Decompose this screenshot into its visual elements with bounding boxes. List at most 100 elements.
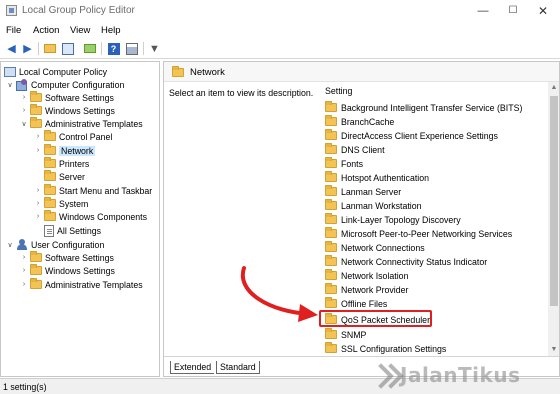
title-bar: Local Group Policy Editor — ☐ ✕	[0, 0, 560, 22]
expand-chevron-icon[interactable]: ›	[20, 254, 28, 261]
folder-icon	[325, 227, 337, 238]
details-title: Network	[190, 67, 225, 78]
details-pane: Network Select an item to view its descr…	[163, 61, 560, 377]
watermark-logo-icon	[370, 364, 396, 386]
toolbar-separator	[101, 42, 102, 55]
properties-icon[interactable]	[124, 41, 139, 56]
navigation-tree: Local Computer Policy ∨ Computer Configu…	[0, 61, 160, 377]
tree-item-user-configuration[interactable]: ∨ User Configuration	[6, 238, 104, 251]
list-item[interactable]: SNMP	[325, 328, 366, 341]
tree-item-label: Software Settings	[45, 252, 114, 263]
tree-item-network[interactable]: › Network	[34, 144, 96, 157]
annotation-arrow-icon	[240, 266, 318, 322]
tree-item-label: Windows Settings	[45, 265, 115, 276]
back-arrow-icon[interactable]: ◀	[4, 41, 19, 56]
list-item[interactable]: Link-Layer Topology Discovery	[325, 213, 461, 226]
tree-item-start-menu-and-taskbar[interactable]: › Start Menu and Taskbar	[34, 184, 152, 197]
show-hide-tree-icon[interactable]	[60, 41, 75, 56]
list-item[interactable]: Network Provider	[325, 283, 408, 296]
toolbar: ◀ ▶ ? ▼	[0, 39, 560, 59]
tree-item-computer-configuration[interactable]: ∨ Computer Configuration	[6, 78, 124, 91]
vertical-scrollbar[interactable]: ▲ ▼	[548, 82, 559, 356]
expand-chevron-icon[interactable]: ›	[34, 187, 42, 194]
list-item[interactable]: Network Connections	[325, 241, 425, 254]
list-item[interactable]: Lanman Workstation	[325, 199, 422, 212]
tree-item-label: Printers	[59, 158, 90, 169]
tree-item-printers[interactable]: Printers	[34, 157, 89, 170]
close-button[interactable]: ✕	[526, 0, 560, 22]
tree-item-label: Start Menu and Taskbar	[59, 185, 153, 196]
list-item[interactable]: SSL Configuration Settings	[325, 342, 446, 355]
minimize-button[interactable]: —	[466, 0, 500, 22]
tree-item-control-panel[interactable]: › Control Panel	[34, 130, 112, 143]
expand-chevron-icon[interactable]: ›	[20, 107, 28, 114]
computer-icon	[4, 66, 16, 77]
folder-icon	[30, 91, 42, 102]
expand-chevron-icon[interactable]: ›	[20, 267, 28, 274]
collapse-chevron-icon[interactable]: ∨	[6, 81, 14, 89]
tree-item-local-computer-policy[interactable]: Local Computer Policy	[4, 65, 107, 78]
list-item[interactable]: Offline Files	[325, 297, 387, 310]
folder-icon	[325, 101, 337, 112]
tree-item-label: Computer Configuration	[31, 79, 125, 90]
list-item[interactable]: Background Intelligent Transfer Service …	[325, 101, 522, 114]
list-item[interactable]: DNS Client	[325, 143, 385, 156]
expand-chevron-icon[interactable]: ›	[20, 94, 28, 101]
list-item[interactable]: Fonts	[325, 157, 363, 170]
export-list-icon[interactable]	[82, 41, 97, 56]
tree-item-label: Network	[59, 145, 96, 156]
tree-item-user-windows-settings[interactable]: › Windows Settings	[20, 264, 115, 277]
expand-chevron-icon[interactable]: ›	[34, 213, 42, 220]
expand-chevron-icon[interactable]: ›	[34, 147, 42, 154]
tree-item-server[interactable]: Server	[34, 170, 85, 183]
expand-chevron-icon[interactable]: ›	[20, 281, 28, 288]
details-header: Network	[164, 62, 559, 82]
help-icon[interactable]: ?	[106, 41, 121, 56]
tab-standard[interactable]: Standard	[216, 361, 260, 374]
tree-item-administrative-templates[interactable]: ∨ Administrative Templates	[20, 117, 143, 130]
folder-icon	[44, 197, 56, 208]
tree-item-system[interactable]: › System	[34, 197, 88, 210]
scrollbar-thumb[interactable]	[550, 96, 558, 306]
tree-item-user-software-settings[interactable]: › Software Settings	[20, 251, 114, 264]
menu-view[interactable]: View	[70, 25, 90, 36]
up-folder-icon[interactable]	[42, 41, 57, 56]
description-text: Select an item to view its description.	[169, 88, 314, 98]
menu-action[interactable]: Action	[33, 25, 59, 36]
expand-chevron-icon[interactable]: ›	[34, 133, 42, 140]
list-item[interactable]: BranchCache	[325, 115, 394, 128]
menu-help[interactable]: Help	[101, 25, 121, 36]
folder-icon	[325, 297, 337, 308]
collapse-chevron-icon[interactable]: ∨	[20, 120, 28, 128]
folder-icon	[325, 328, 337, 339]
tree-item-label: Server	[59, 171, 85, 182]
forward-arrow-icon[interactable]: ▶	[20, 41, 35, 56]
maximize-button[interactable]: ☐	[496, 0, 530, 22]
scroll-up-icon[interactable]: ▲	[548, 82, 559, 94]
tree-item-software-settings[interactable]: › Software Settings	[20, 91, 114, 104]
folder-icon	[325, 185, 337, 196]
watermark-text: JalanTikus	[400, 363, 521, 387]
tree-item-label: Windows Components	[59, 211, 148, 222]
filter-icon[interactable]: ▼	[147, 41, 162, 56]
list-item[interactable]: Network Isolation	[325, 269, 408, 282]
user-config-icon	[16, 239, 28, 250]
tree-item-windows-settings[interactable]: › Windows Settings	[20, 104, 115, 117]
expand-chevron-icon[interactable]: ›	[34, 200, 42, 207]
list-item[interactable]: Network Connectivity Status Indicator	[325, 255, 487, 268]
tree-item-all-settings[interactable]: All Settings	[34, 224, 101, 237]
menu-file[interactable]: File	[6, 25, 21, 36]
list-item[interactable]: Lanman Server	[325, 185, 401, 198]
list-item[interactable]: Microsoft Peer-to-Peer Networking Servic…	[325, 227, 512, 240]
watermark: JalanTikus	[370, 360, 558, 390]
tree-item-label: Local Computer Policy	[19, 66, 108, 77]
tree-item-windows-components[interactable]: › Windows Components	[34, 210, 147, 223]
tab-extended[interactable]: Extended	[170, 361, 215, 374]
list-item[interactable]: DirectAccess Client Experience Settings	[325, 129, 498, 142]
folder-icon	[325, 115, 337, 126]
list-item[interactable]: Hotspot Authentication	[325, 171, 429, 184]
column-header-setting[interactable]: Setting	[325, 86, 352, 96]
collapse-chevron-icon[interactable]: ∨	[6, 241, 14, 249]
tree-item-user-administrative-templates[interactable]: › Administrative Templates	[20, 278, 143, 291]
scroll-down-icon[interactable]: ▼	[548, 344, 559, 356]
